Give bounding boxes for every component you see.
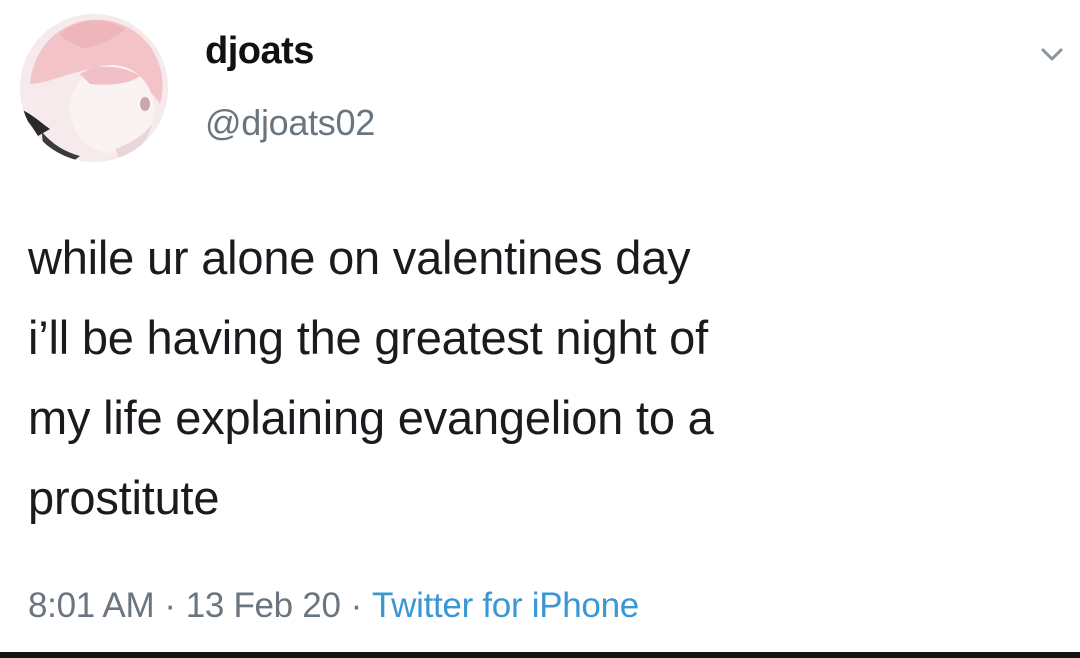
- display-name[interactable]: djoats: [205, 30, 314, 73]
- chevron-down-icon[interactable]: [1038, 40, 1066, 68]
- meta-separator: ·: [350, 586, 363, 625]
- tweet-time[interactable]: 8:01 AM: [28, 586, 155, 625]
- meta-separator: ·: [164, 586, 176, 625]
- tweet-source-link[interactable]: Twitter for iPhone: [372, 586, 639, 625]
- avatar[interactable]: [20, 14, 168, 162]
- tweet-text: while ur alone on valentines day i’ll be…: [28, 231, 714, 524]
- tweet-card: djoats @djoats02 while ur alone on valen…: [0, 0, 1080, 658]
- user-handle[interactable]: @djoats02: [205, 102, 375, 144]
- tweet-date[interactable]: 13 Feb 20: [186, 586, 341, 625]
- anime-avatar-icon: [20, 14, 168, 162]
- bottom-divider: [0, 652, 1080, 658]
- tweet-meta: 8:01 AM · 13 Feb 20 · Twitter for iPhone: [28, 586, 639, 626]
